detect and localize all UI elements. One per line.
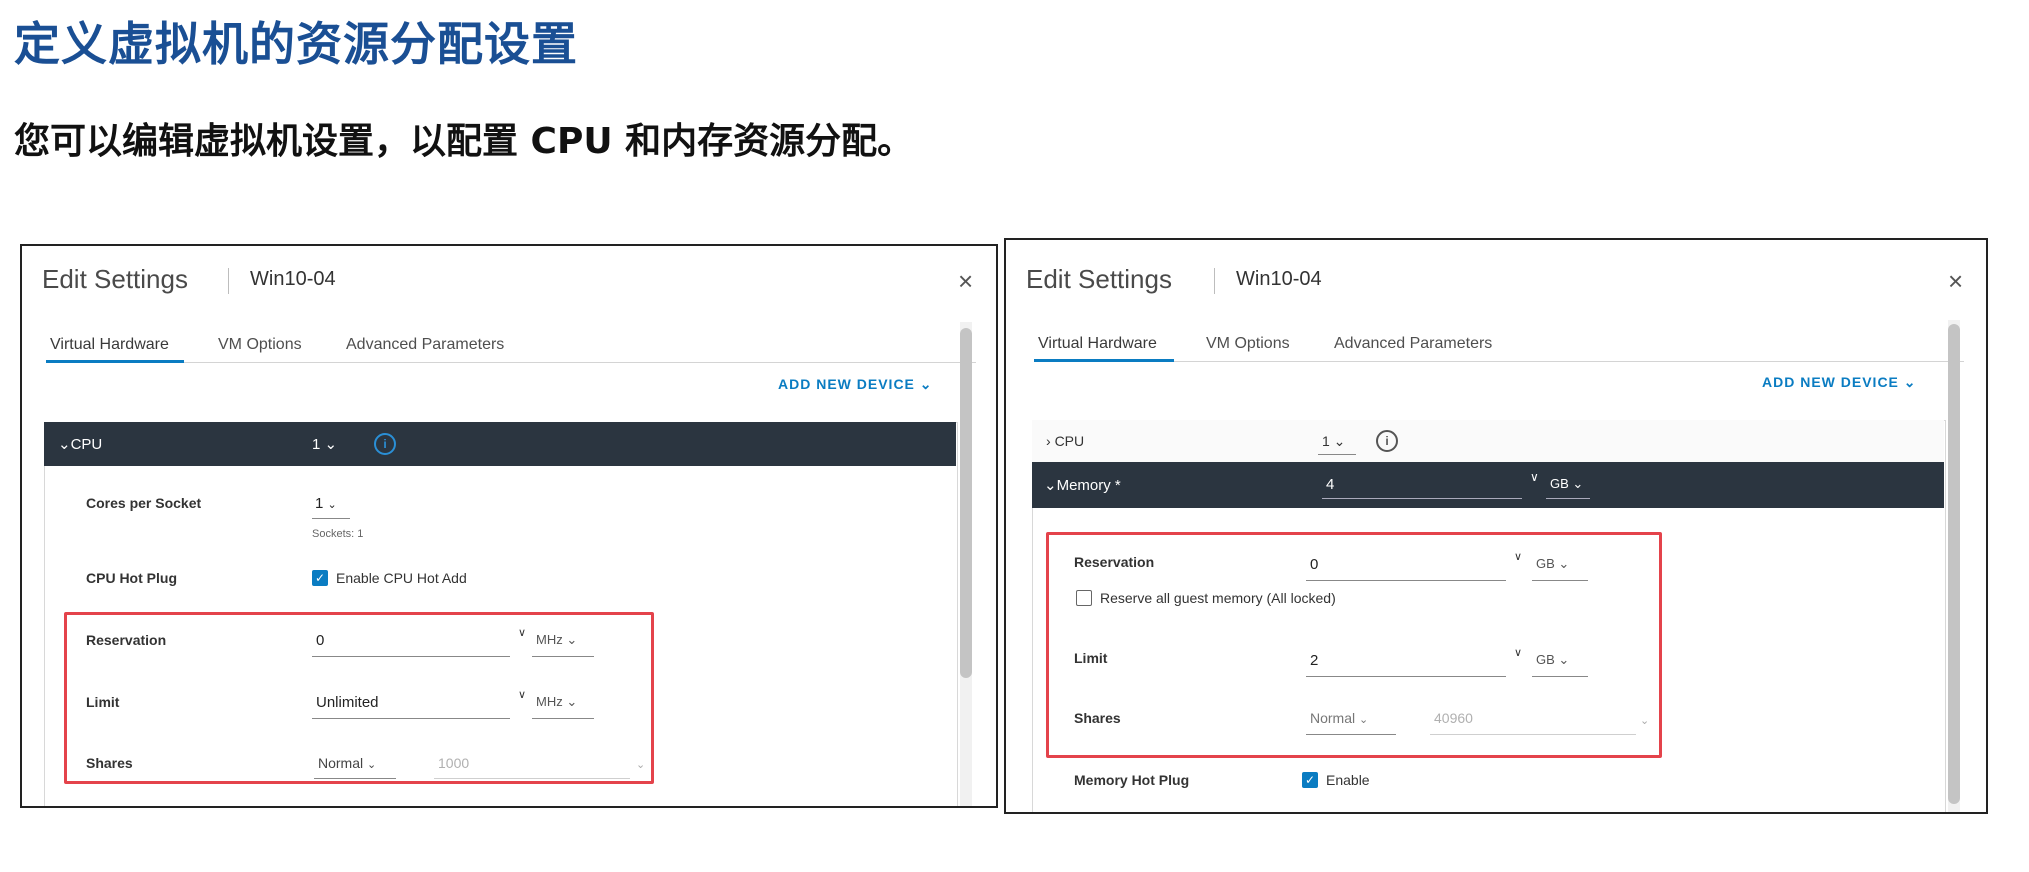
cpu-count-select[interactable]: 1 ⌄	[1322, 433, 1345, 450]
cores-select-underline	[312, 518, 350, 519]
cpu-label: ⌄CPU	[58, 436, 103, 453]
memory-unit-select[interactable]: GB ⌄	[1550, 476, 1583, 492]
cores-per-socket-select[interactable]: 1 ⌄	[315, 495, 337, 512]
add-new-device-button[interactable]: ADD NEW DEVICE ⌄	[1762, 374, 1917, 391]
cpu-select-underline	[1318, 454, 1356, 455]
title-divider	[1214, 268, 1215, 294]
tab-vm-options[interactable]: VM Options	[218, 336, 302, 354]
memory-hot-plug-enable-label: Enable	[1326, 772, 1370, 788]
right-edit-settings-dialog: Edit Settings Win10-04 × Virtual Hardwar…	[1004, 238, 1988, 814]
highlight-box	[1046, 532, 1662, 758]
cpu-header-row[interactable]: › CPU 1 ⌄ i	[1032, 420, 1944, 463]
chevron-down-icon[interactable]: ∨	[1530, 470, 1539, 484]
slide-subtitle: 您可以编辑虚拟机设置，以配置 CPU 和内存资源分配。	[14, 121, 914, 162]
tab-virtual-hardware[interactable]: Virtual Hardware	[50, 336, 169, 354]
active-tab-indicator	[1034, 359, 1174, 362]
info-icon[interactable]: i	[1376, 430, 1398, 452]
memory-input-underline	[1322, 498, 1522, 499]
add-new-device-button[interactable]: ADD NEW DEVICE ⌄	[778, 376, 933, 393]
dialog-title: Edit Settings	[1026, 264, 1172, 294]
cores-per-socket-label: Cores per Socket	[86, 495, 202, 511]
close-icon[interactable]: ×	[958, 268, 973, 294]
cpu-hot-add-label: Enable CPU Hot Add	[336, 570, 467, 586]
highlight-box	[64, 612, 654, 784]
sockets-count: Sockets: 1	[312, 528, 364, 540]
active-tab-indicator	[46, 360, 184, 363]
slide-title: 定义虚拟机的资源分配设置	[14, 17, 578, 71]
scrollbar-thumb[interactable]	[1948, 324, 1960, 804]
tab-divider	[46, 362, 976, 363]
memory-hot-plug-label: Memory Hot Plug	[1074, 772, 1190, 788]
dialog-title: Edit Settings	[42, 264, 188, 294]
tab-advanced-parameters[interactable]: Advanced Parameters	[346, 336, 504, 354]
cpu-count-select[interactable]: 1 ⌄	[312, 435, 337, 453]
close-icon[interactable]: ×	[1948, 268, 1963, 294]
tab-advanced-parameters[interactable]: Advanced Parameters	[1334, 335, 1492, 353]
info-icon[interactable]: i	[374, 433, 396, 455]
left-edit-settings-dialog: Edit Settings Win10-04 × Virtual Hardwar…	[20, 244, 998, 808]
memory-unit-underline	[1546, 498, 1590, 499]
memory-input[interactable]: 4	[1326, 476, 1334, 493]
cpu-hot-add-checkbox[interactable]: ✓	[312, 570, 328, 586]
vm-name: Win10-04	[1236, 268, 1322, 290]
cpu-label: › CPU	[1046, 433, 1085, 449]
tab-virtual-hardware[interactable]: Virtual Hardware	[1038, 335, 1157, 353]
vm-name: Win10-04	[250, 268, 336, 290]
cpu-hot-plug-label: CPU Hot Plug	[86, 570, 177, 586]
memory-hot-plug-checkbox[interactable]: ✓	[1302, 772, 1318, 788]
title-divider	[228, 268, 229, 294]
tab-vm-options[interactable]: VM Options	[1206, 335, 1290, 353]
cpu-header-row[interactable]: ⌄CPU 1 ⌄ i	[44, 422, 956, 466]
scrollbar-thumb[interactable]	[960, 328, 972, 678]
memory-header-row[interactable]: ⌄Memory * 4 ∨ GB ⌄	[1032, 462, 1944, 508]
memory-label: ⌄Memory *	[1044, 477, 1121, 494]
